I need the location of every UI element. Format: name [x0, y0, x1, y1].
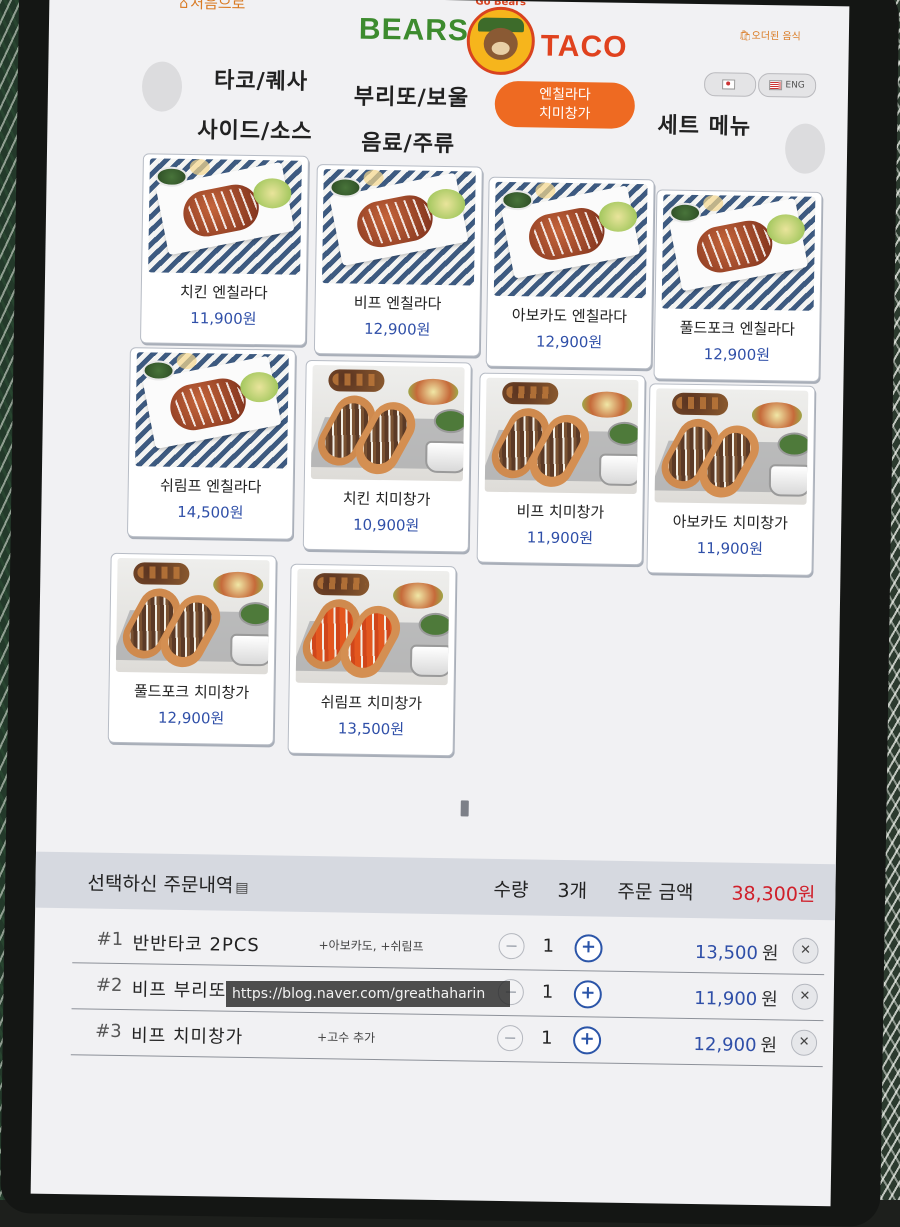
category-active-line2: 치미창가 — [538, 105, 591, 123]
order-amount-total: 38,300원 — [731, 882, 816, 906]
document-icon: ▤ — [235, 879, 249, 897]
menu-card[interactable]: 비프 치미창가 11,900원 — [476, 372, 646, 566]
line-item-name: 비프 치미창가 — [130, 1025, 244, 1048]
line-item-options: +고수 추가 — [317, 1030, 376, 1046]
menu-item-price: 11,900원 — [526, 528, 594, 548]
menu-card[interactable]: 아보카도 치미창가 11,900원 — [646, 383, 816, 576]
logo-taco-text: TACO — [540, 29, 628, 64]
category-drinks[interactable]: 음료/주류 — [361, 125, 455, 158]
kiosk-screen: ⌂ 처음으로 Go Bears BEARS TACO 🛍오더된 음식 ENG 타코… — [30, 0, 850, 1207]
menu-card[interactable]: 쉬림프 치미창가 13,500원 — [287, 563, 457, 757]
menu-card[interactable]: 비프 엔칠라다 12,900원 — [313, 164, 483, 357]
menu-card[interactable]: 쉬림프 엔칠라다 14,500원 — [126, 347, 296, 540]
chimichanga-photo — [310, 364, 465, 482]
menu-card[interactable]: 풀드포크 엔칠라다 12,900원 — [653, 189, 823, 382]
menu-item-price: 11,900원 — [190, 309, 257, 329]
enchilada-photo — [493, 181, 648, 299]
line-item-quantity: 1 — [541, 981, 554, 1003]
quantity-total: 3개 — [557, 879, 588, 903]
menu-card[interactable]: 치킨 엔칠라다 11,900원 — [139, 153, 309, 346]
menu-item-name: 쉬림프 치미창가 — [320, 693, 423, 713]
enchilada-photo — [661, 194, 816, 311]
line-item-price: 13,500 원 — [694, 942, 779, 965]
menu-item-price: 11,900원 — [696, 539, 764, 559]
increase-quantity-button[interactable]: + — [572, 1026, 602, 1055]
menu-item-price: 14,500원 — [177, 502, 244, 522]
menu-item-price: 12,900원 — [535, 332, 603, 352]
brand-logo: Go Bears BEARS TACO — [348, 0, 649, 78]
remove-item-button[interactable]: ✕ — [791, 983, 819, 1010]
korea-flag-icon — [722, 79, 736, 90]
menu-item-name: 쉬림프 엔칠라다 — [159, 476, 262, 497]
menu-card[interactable]: 치킨 치미창가 10,900원 — [302, 359, 472, 553]
category-enchilada-chimichanga[interactable]: 엔칠라다 치미창가 — [494, 80, 636, 129]
language-english-button[interactable]: ENG — [757, 72, 817, 98]
menu-item-price: 13,500원 — [337, 719, 405, 739]
line-number: #1 — [96, 928, 124, 951]
line-item-price: 12,900 원 — [693, 1034, 778, 1057]
line-number: #3 — [95, 1020, 122, 1043]
category-burrito-bowl[interactable]: 부리또/보울 — [354, 79, 470, 113]
menu-item-name: 풀드포크 엔칠라다 — [679, 318, 796, 339]
quantity-label: 수량 — [493, 878, 529, 902]
line-item-quantity: 1 — [542, 935, 555, 957]
menu-item-name: 비프 치미창가 — [516, 502, 605, 522]
menu-item-name: 아보카도 엔칠라다 — [511, 306, 628, 326]
category-scroll-right[interactable] — [784, 123, 826, 174]
ordered-food-link[interactable]: 🛍오더된 음식 — [739, 27, 801, 43]
category-active-line1: 엔칠라다 — [539, 86, 591, 104]
us-flag-icon — [769, 80, 783, 91]
menu-item-name: 아보카도 치미창가 — [672, 512, 788, 533]
menu-card[interactable]: 풀드포크 치미창가 12,900원 — [107, 552, 277, 746]
decrease-quantity-button[interactable]: − — [496, 1024, 524, 1052]
line-item-options: +아보카도, +쉬림프 — [318, 938, 424, 954]
language-korean-button[interactable] — [703, 72, 757, 97]
menu-item-name: 비프 엔칠라다 — [353, 293, 442, 313]
bear-mascot-icon — [466, 6, 536, 76]
menu-card[interactable]: 아보카도 엔칠라다 12,900원 — [485, 176, 655, 370]
menu-item-name: 풀드포크 치미창가 — [133, 682, 250, 703]
line-item-name: 반반타코 2PCS — [132, 933, 260, 957]
remove-item-button[interactable]: ✕ — [792, 937, 819, 964]
category-scroll-left[interactable] — [141, 61, 183, 112]
menu-item-price: 12,900원 — [157, 708, 225, 728]
blog-watermark: https://blog.naver.com/greathaharin — [226, 981, 510, 1007]
home-icon: ⌂ — [179, 0, 189, 12]
order-summary-header: 선택하신 주문내역 ▤ 수량 3개 주문 금액 38,300원 — [35, 851, 836, 921]
chimichanga-photo — [115, 557, 270, 675]
order-amount-label: 주문 금액 — [617, 880, 694, 905]
bag-icon: 🛍 — [738, 30, 752, 42]
chimichanga-photo — [484, 377, 639, 495]
enchilada-photo — [148, 158, 302, 275]
line-item-name: 비프 부리또 — [131, 979, 227, 1002]
category-set-menu[interactable]: 세트 메뉴 — [657, 107, 751, 140]
remove-item-button[interactable]: ✕ — [790, 1029, 818, 1056]
category-taco-quesa[interactable]: 타코/퀘사 — [214, 62, 308, 95]
increase-quantity-button[interactable]: + — [574, 934, 603, 963]
menu-item-name: 치킨 엔칠라다 — [179, 282, 268, 303]
page-indicator — [460, 800, 469, 817]
home-button-label: 처음으로 — [190, 0, 246, 13]
logo-bears-text: BEARS — [358, 12, 470, 48]
enchilada-photo — [321, 169, 476, 286]
order-title: 선택하신 주문내역 ▤ — [87, 872, 249, 897]
menu-item-price: 12,900원 — [363, 319, 431, 339]
menu-item-price: 12,900원 — [703, 345, 771, 365]
menu-item-price: 10,900원 — [352, 515, 420, 535]
line-item-price: 11,900 원 — [694, 988, 778, 1011]
chimichanga-photo — [654, 388, 809, 505]
category-side-sauce[interactable]: 사이드/소스 — [197, 112, 313, 146]
increase-quantity-button[interactable]: + — [573, 980, 603, 1009]
home-button[interactable]: ⌂ 처음으로 — [179, 0, 245, 14]
line-item-quantity: 1 — [540, 1027, 553, 1049]
enchilada-photo — [135, 352, 289, 469]
decrease-quantity-button[interactable]: − — [498, 932, 525, 960]
line-number: #2 — [95, 974, 123, 997]
shrimp-chimichanga-photo — [295, 568, 450, 686]
menu-item-name: 치킨 치미창가 — [342, 489, 431, 509]
